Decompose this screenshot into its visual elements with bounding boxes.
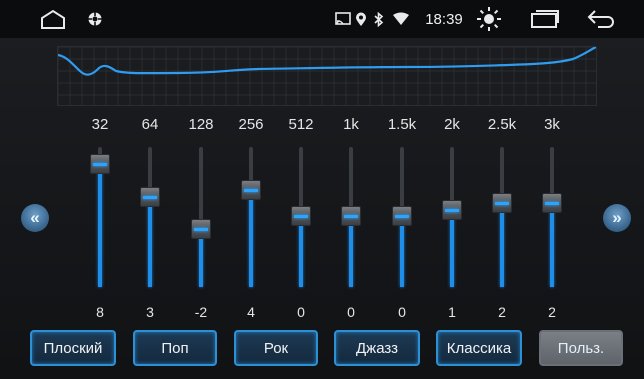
band-slider-handle[interactable] [140, 186, 160, 207]
preset-flat-button[interactable]: Плоский [30, 330, 116, 366]
recent-apps-icon[interactable] [528, 0, 562, 38]
band-slider-handle[interactable] [442, 199, 462, 220]
band-gain-value: 1 [448, 304, 456, 320]
band-slider-handle[interactable] [191, 219, 211, 239]
band-freq-label: 32 [91, 116, 109, 133]
band-slider-handle[interactable] [291, 206, 311, 226]
settings-icon[interactable] [84, 0, 106, 38]
preset-custom-button[interactable]: Польз. [539, 330, 623, 366]
band-freq-label: 2.5k [487, 116, 517, 133]
band-freq-label: 256 [238, 116, 264, 133]
band-gain-value: -2 [194, 304, 208, 320]
band-gain-value: 0 [398, 304, 406, 320]
band-gain-value: 2 [498, 304, 506, 320]
status-bar: 18:39 [0, 0, 644, 38]
back-icon[interactable] [584, 0, 618, 38]
band-gain-value: 0 [347, 304, 355, 320]
band-gain-value: 3 [146, 304, 154, 320]
band-gain-value: 4 [247, 304, 255, 320]
preset-pop-button[interactable]: Поп [133, 330, 217, 366]
band-slider-fill [400, 216, 404, 287]
preset-jazz-button[interactable]: Джазз [334, 330, 420, 366]
band-slider-fill [450, 209, 454, 287]
eq-curve-graph [57, 46, 597, 106]
brightness-icon[interactable] [474, 0, 504, 38]
location-icon [353, 0, 369, 38]
wifi-icon [390, 0, 412, 38]
band-slider-handle[interactable] [90, 154, 110, 174]
band-slider-handle[interactable] [241, 180, 261, 200]
band-gain-value: 2 [548, 304, 556, 320]
band-slider-handle[interactable] [542, 193, 562, 213]
band-freq-label: 64 [141, 116, 159, 133]
cast-icon [334, 0, 352, 38]
band-gain-value: 8 [96, 304, 104, 320]
band-freq-label: 512 [288, 116, 314, 133]
band-slider-fill [349, 216, 353, 287]
band-slider-fill [148, 196, 152, 287]
double-chevron-left-icon[interactable]: « [21, 204, 49, 232]
band-slider-fill [299, 216, 303, 287]
band-slider-fill [550, 203, 554, 287]
band-slider-handle[interactable] [392, 206, 412, 226]
band-freq-label: 1.5k [387, 116, 417, 133]
band-freq-label: 1k [343, 116, 359, 133]
band-slider-fill [249, 190, 253, 287]
band-slider-handle[interactable] [492, 193, 512, 213]
band-slider-fill [500, 203, 504, 287]
preset-rock-button[interactable]: Рок [234, 330, 318, 366]
band-gain-value: 0 [297, 304, 305, 320]
home-icon[interactable] [36, 0, 70, 38]
band-slider-fill [98, 164, 102, 287]
band-slider-handle[interactable] [341, 206, 361, 226]
bluetooth-icon [371, 0, 387, 38]
preset-classic-button[interactable]: Классика [436, 330, 522, 366]
band-freq-label: 3k [544, 116, 560, 133]
band-freq-label: 2k [444, 116, 460, 133]
eq-curve [58, 47, 596, 105]
double-chevron-right-icon[interactable]: » [603, 204, 631, 232]
band-freq-label: 128 [188, 116, 214, 133]
clock: 18:39 [425, 10, 463, 28]
